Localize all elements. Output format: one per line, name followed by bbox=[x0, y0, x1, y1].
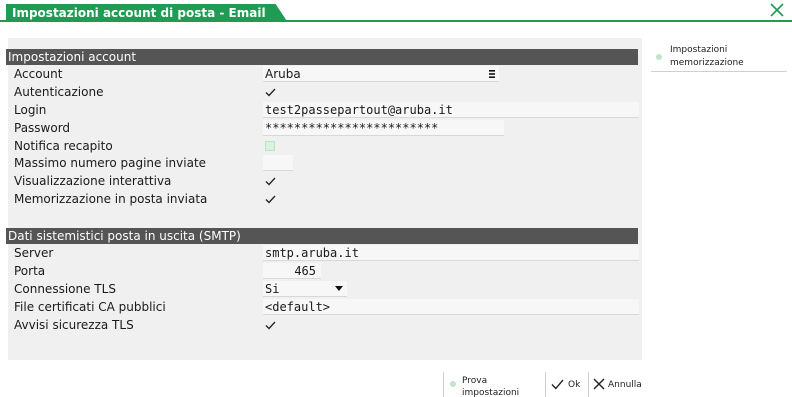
account-value: Aruba bbox=[265, 67, 301, 81]
server-field[interactable]: smtp.aruba.it bbox=[263, 245, 639, 261]
notifica-label: Notifica recapito bbox=[14, 139, 113, 153]
ok-button[interactable]: Ok bbox=[545, 372, 588, 397]
password-label: Password bbox=[14, 121, 71, 135]
prova-impostazioni-label: Prova impostazioni account bbox=[462, 376, 520, 397]
server-label: Server bbox=[14, 246, 54, 260]
annulla-label: Annulla bbox=[608, 380, 642, 390]
memorizzazione-label: Memorizzazione in posta inviata bbox=[14, 192, 208, 206]
tls-label: Connessione TLS bbox=[14, 282, 116, 296]
indicator-dot-icon bbox=[656, 54, 662, 60]
avvisi-label: Avvisi sicurezza TLS bbox=[14, 318, 134, 332]
close-icon bbox=[770, 3, 784, 17]
checkmark-icon bbox=[265, 88, 275, 96]
title-bar: Impostazioni account di posta - Email bbox=[0, 0, 792, 22]
avvisi-checkbox[interactable] bbox=[263, 318, 277, 332]
visualizzazione-label: Visualizzazione interattiva bbox=[14, 174, 172, 188]
smtp-section-header: Dati sistemistici posta in uscita (SMTP) bbox=[6, 228, 638, 244]
list-icon bbox=[489, 70, 495, 78]
checkmark-icon bbox=[265, 195, 275, 203]
close-icon bbox=[593, 378, 605, 390]
side-item-label: Impostazioni memorizzazione bbox=[670, 45, 744, 68]
checkmark-icon bbox=[265, 321, 275, 329]
prova-impostazioni-button[interactable]: Prova impostazioni account bbox=[443, 372, 545, 397]
memorizzazione-checkbox[interactable] bbox=[263, 192, 277, 206]
tls-value: Si bbox=[265, 282, 280, 296]
massimo-label: Massimo numero pagine inviate bbox=[14, 156, 207, 170]
notifica-checkbox[interactable] bbox=[265, 141, 275, 151]
annulla-button[interactable]: Annulla bbox=[588, 372, 644, 397]
ok-label: Ok bbox=[568, 380, 581, 390]
indicator-dot-icon bbox=[450, 381, 456, 387]
account-label: Account bbox=[14, 67, 63, 81]
login-label: Login bbox=[14, 103, 47, 117]
autenticazione-checkbox[interactable] bbox=[263, 85, 277, 99]
porta-field[interactable]: 465 bbox=[263, 263, 321, 279]
account-section-header: Impostazioni account bbox=[6, 49, 638, 65]
checkmark-icon bbox=[265, 177, 275, 185]
file-ca-label: File certificati CA pubblici bbox=[14, 300, 166, 314]
file-ca-field[interactable]: <default> bbox=[263, 299, 639, 315]
login-field[interactable]: test2passepartout@aruba.it bbox=[263, 102, 639, 118]
close-button[interactable] bbox=[768, 1, 786, 19]
side-item-impostazioni-memorizzazione[interactable]: Impostazioni memorizzazione bbox=[651, 42, 787, 72]
window-title: Impostazioni account di posta - Email bbox=[6, 4, 288, 22]
check-icon bbox=[551, 379, 564, 390]
autenticazione-label: Autenticazione bbox=[14, 85, 104, 99]
chevron-down-icon bbox=[335, 286, 343, 291]
visualizzazione-checkbox[interactable] bbox=[263, 174, 277, 188]
porta-label: Porta bbox=[14, 264, 46, 278]
massimo-field[interactable] bbox=[263, 155, 293, 171]
tls-select[interactable]: Si bbox=[263, 281, 347, 297]
account-select[interactable]: Aruba bbox=[263, 66, 499, 82]
password-field[interactable]: ************************ bbox=[263, 120, 504, 136]
